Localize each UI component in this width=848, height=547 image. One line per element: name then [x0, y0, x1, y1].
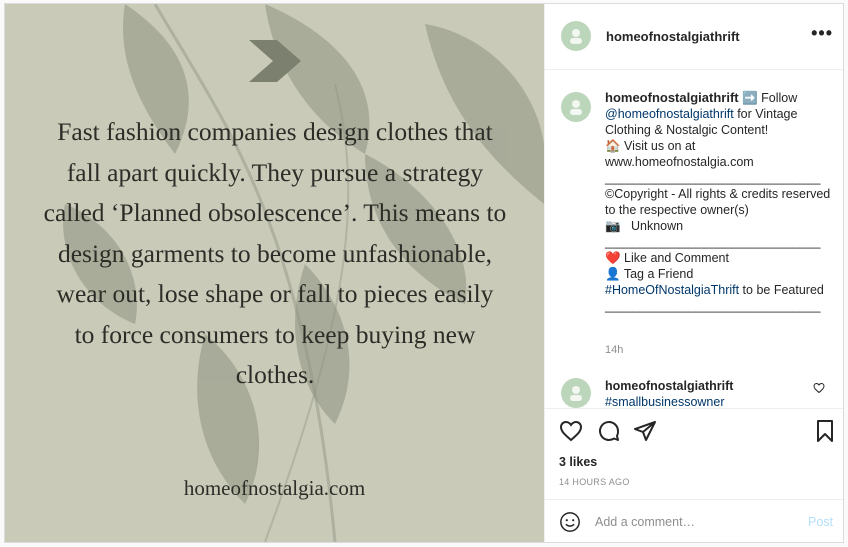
comment-input[interactable]: Add a comment…: [595, 515, 695, 529]
caption-follow: Follow: [757, 91, 801, 105]
divider: _______________________________: [605, 299, 821, 313]
comment-box: Add a comment… Post: [545, 499, 843, 542]
likes-count[interactable]: 3 likes: [559, 455, 597, 469]
post-sidebar: homeofnostalgiathrift ••• homeofnostalgi…: [544, 4, 843, 542]
avatar[interactable]: [561, 21, 591, 51]
comment-username[interactable]: homeofnostalgiathrift: [605, 379, 733, 393]
quote-line: fall apart quickly. They pursue a strate…: [66, 157, 484, 187]
hashtag-link[interactable]: #HomeOfNostalgiaThrift: [605, 283, 739, 297]
featured-text: to be Featured: [739, 283, 824, 297]
avatar-icon: [570, 29, 582, 44]
quote-line: called ‘Planned obsolescence’. This mean…: [43, 198, 507, 227]
caption-time[interactable]: 14h: [605, 344, 623, 356]
avatar[interactable]: [561, 92, 591, 122]
header-username[interactable]: homeofnostalgiathrift: [606, 29, 740, 44]
camera-emoji: 📷: [605, 219, 621, 233]
quote-text: Fast fashion companies design clothes th…: [15, 112, 535, 396]
post-button[interactable]: Post: [808, 515, 833, 529]
post-header: homeofnostalgiathrift •••: [545, 4, 843, 70]
heart-icon[interactable]: [813, 382, 825, 394]
person-emoji: 👤: [605, 267, 621, 281]
unknown-text: Unknown: [620, 219, 684, 233]
avatar-icon: [570, 100, 582, 115]
share-icon[interactable]: [633, 419, 657, 443]
avatar-icon: [570, 386, 582, 401]
house-emoji: 🏠: [605, 139, 621, 153]
quote-line: wear out, lose shape or fall to pieces e…: [56, 279, 494, 308]
heart-emoji: ❤️: [605, 251, 621, 265]
bookmark-icon[interactable]: [813, 419, 837, 443]
divider: _______________________________: [605, 235, 821, 249]
actions-section: 3 likes 14 HOURS AGO Add a comment… Post: [545, 408, 843, 542]
quote-line: clothes.: [235, 360, 315, 389]
mention-link[interactable]: @homeofnostalgiathrift: [605, 107, 734, 121]
caption-text: homeofnostalgiathrift ➡️ Follow @homeofn…: [605, 90, 837, 314]
post-image[interactable]: Fast fashion companies design clothes th…: [5, 4, 544, 542]
caption-area[interactable]: homeofnostalgiathrift ➡️ Follow @homeofn…: [545, 70, 843, 408]
caption-username[interactable]: homeofnostalgiathrift: [605, 90, 739, 105]
post-frame: Fast fashion companies design clothes th…: [4, 3, 844, 543]
more-options-icon[interactable]: •••: [811, 23, 833, 44]
comment-hashtag[interactable]: #smallbusinessowner: [605, 395, 725, 408]
like-comment-text: Like and Comment: [620, 251, 729, 265]
divider: _______________________________: [605, 171, 821, 185]
chevron-right-icon: [249, 40, 301, 82]
comment-icon[interactable]: [597, 419, 621, 443]
quote-line: to force consumers to keep buying new: [74, 319, 476, 349]
quote-line: design garments to become unfashionable,: [57, 238, 493, 268]
copyright-text: ©Copyright - All rights & credits reserv…: [605, 187, 834, 217]
quote-line: Fast fashion companies design clothes th…: [57, 117, 493, 146]
emoji-icon[interactable]: [559, 511, 581, 533]
heart-icon[interactable]: [559, 419, 583, 443]
arrow-emoji: ➡️: [742, 91, 758, 105]
caption-visit: Visit us on at www.homeofnostalgia.com: [605, 139, 754, 169]
post-timestamp[interactable]: 14 HOURS AGO: [559, 477, 630, 487]
tag-friend-text: Tag a Friend: [620, 267, 694, 281]
avatar[interactable]: [561, 378, 591, 408]
website-text: homeofnostalgia.com: [183, 476, 366, 500]
